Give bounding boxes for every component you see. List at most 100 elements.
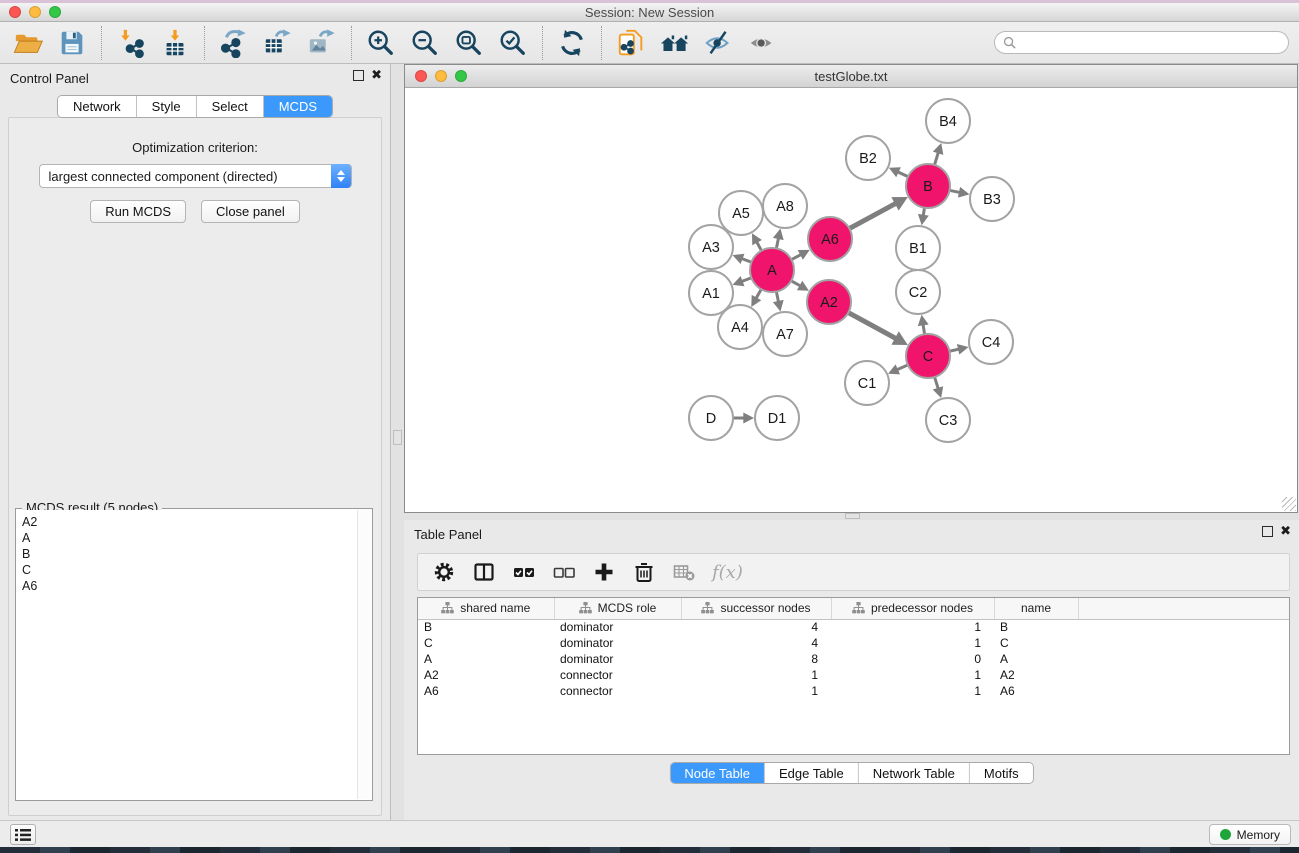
graph-edge-C-C2[interactable] [918, 315, 929, 334]
cell[interactable]: 1 [681, 683, 831, 699]
cell[interactable]: 1 [831, 683, 994, 699]
zoom-selected-button[interactable] [491, 26, 535, 60]
graph-node-A3[interactable]: A3 [689, 225, 733, 269]
clone-network-button[interactable] [609, 26, 653, 60]
graph-node-A8[interactable]: A8 [763, 184, 807, 228]
cell[interactable]: B [418, 619, 554, 635]
memory-button[interactable]: Memory [1209, 824, 1291, 845]
close-panel-icon[interactable]: ✖ [371, 70, 382, 81]
mcds-result-item[interactable]: A [22, 530, 357, 546]
cell[interactable]: 4 [681, 635, 831, 651]
graph-edge-A-A8[interactable] [773, 229, 784, 248]
deselect-all-button[interactable] [546, 558, 582, 586]
cell[interactable]: connector [554, 683, 681, 699]
graph-edge-A-A6[interactable] [792, 250, 809, 260]
tab-network[interactable]: Network [58, 96, 137, 117]
horizontal-splitter-thumb[interactable] [845, 513, 860, 519]
export-network-button[interactable] [212, 26, 256, 60]
apply-layout-button[interactable] [550, 26, 594, 60]
graph-edge-A2-C[interactable] [849, 313, 908, 345]
graph-edge-D-D1[interactable] [734, 413, 754, 424]
float-panel-icon[interactable] [353, 70, 364, 81]
graph-edge-A-A5[interactable] [752, 233, 762, 250]
result-scrollbar[interactable] [357, 510, 371, 799]
graph-node-A4[interactable]: A4 [718, 305, 762, 349]
zoom-fit-button[interactable] [447, 26, 491, 60]
tab-style[interactable]: Style [137, 96, 197, 117]
save-session-button[interactable] [50, 26, 94, 60]
graph-node-B[interactable]: B [906, 164, 950, 208]
graph-edge-A6-B[interactable] [850, 197, 908, 228]
window-resize-grip[interactable] [1282, 497, 1296, 511]
graph-edge-C-C1[interactable] [888, 364, 907, 374]
graph-node-A7[interactable]: A7 [763, 312, 807, 356]
graph-node-A1[interactable]: A1 [689, 271, 733, 315]
cell[interactable]: B [994, 619, 1078, 635]
cell[interactable]: 1 [831, 635, 994, 651]
graph-node-A[interactable]: A [750, 248, 794, 292]
graph-node-C4[interactable]: C4 [969, 320, 1013, 364]
mcds-result-item[interactable]: C [22, 562, 357, 578]
import-network-button[interactable] [109, 26, 153, 60]
open-session-button[interactable] [6, 26, 50, 60]
show-home-button[interactable] [653, 26, 697, 60]
graph-node-B3[interactable]: B3 [970, 177, 1014, 221]
graph-edge-A-A2[interactable] [792, 281, 809, 291]
cell[interactable]: dominator [554, 651, 681, 667]
hide-details-button[interactable] [697, 26, 741, 60]
table-row[interactable]: A2connector11A2 [418, 667, 1289, 683]
export-image-button[interactable] [300, 26, 344, 60]
graph-edge-C-C3[interactable] [933, 378, 943, 398]
graph-edge-B-B4[interactable] [933, 143, 944, 164]
cell[interactable]: dominator [554, 635, 681, 651]
column-header-predecessor-nodes[interactable]: predecessor nodes [831, 598, 994, 619]
table-row[interactable]: Bdominator41B [418, 619, 1289, 635]
graph-node-C[interactable]: C [906, 334, 950, 378]
show-details-button[interactable] [741, 26, 785, 60]
zoom-out-button[interactable] [403, 26, 447, 60]
vertical-splitter-thumb[interactable] [393, 430, 402, 445]
optimization-criterion-dropdown[interactable]: largest connected component (directed) [39, 164, 352, 188]
cell[interactable]: 8 [681, 651, 831, 667]
cell[interactable]: C [994, 635, 1078, 651]
table-row[interactable]: A6connector11A6 [418, 683, 1289, 699]
table-row[interactable]: Cdominator41C [418, 635, 1289, 651]
cell[interactable]: A2 [418, 667, 554, 683]
run-mcds-button[interactable]: Run MCDS [90, 200, 186, 223]
graph-node-C3[interactable]: C3 [926, 398, 970, 442]
table-options-button[interactable] [426, 558, 462, 586]
cell[interactable]: A [994, 651, 1078, 667]
zoom-in-button[interactable] [359, 26, 403, 60]
delete-column-button[interactable] [626, 558, 662, 586]
cell[interactable]: 4 [681, 619, 831, 635]
graph-node-B2[interactable]: B2 [846, 136, 890, 180]
graph-node-A6[interactable]: A6 [808, 217, 852, 261]
graph-edge-A-A7[interactable] [773, 293, 784, 312]
mcds-result-item[interactable]: A6 [22, 578, 357, 594]
table-row[interactable]: Adominator80A [418, 651, 1289, 667]
export-table-button[interactable] [256, 26, 300, 60]
graph-node-C2[interactable]: C2 [896, 270, 940, 314]
cell[interactable]: A [418, 651, 554, 667]
select-all-button[interactable] [506, 558, 542, 586]
graph-node-B1[interactable]: B1 [896, 226, 940, 270]
cell[interactable]: connector [554, 667, 681, 683]
cell[interactable]: 1 [831, 619, 994, 635]
show-columns-button[interactable] [466, 558, 502, 586]
graph-edge-A-A4[interactable] [751, 290, 761, 307]
cell[interactable]: A6 [994, 683, 1078, 699]
graph-node-D1[interactable]: D1 [755, 396, 799, 440]
cell[interactable]: A6 [418, 683, 554, 699]
cell[interactable]: A2 [994, 667, 1078, 683]
network-canvas[interactable]: B4B2BB3A8A5A6A3B1AA1C2A2A4A7C4CC1C3DD1 [406, 89, 1296, 511]
graph-edge-A-A1[interactable] [733, 276, 751, 286]
close-table-panel-icon[interactable]: ✖ [1280, 526, 1291, 537]
close-panel-button[interactable]: Close panel [201, 200, 300, 223]
mcds-result-item[interactable]: B [22, 546, 357, 562]
graph-edge-B-B1[interactable] [918, 209, 929, 226]
column-header-successor-nodes[interactable]: successor nodes [681, 598, 831, 619]
cell[interactable]: dominator [554, 619, 681, 635]
tab-edge-table[interactable]: Edge Table [765, 763, 859, 783]
tab-motifs[interactable]: Motifs [970, 763, 1033, 783]
add-column-button[interactable] [586, 558, 622, 586]
